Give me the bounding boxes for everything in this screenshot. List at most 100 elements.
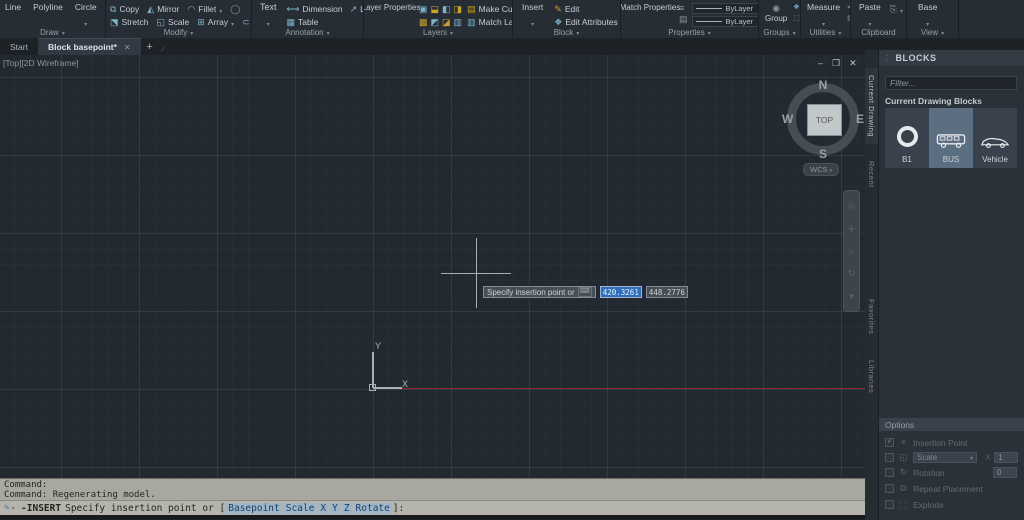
polyline-button[interactable]: Polyline [30, 3, 66, 12]
group-button[interactable]: ◉ Group [762, 3, 790, 23]
options-header[interactable]: Options [879, 418, 1024, 431]
edit-attributes-button[interactable]: ❖ Edit Attributes [554, 16, 620, 27]
quick-select-icon[interactable]: ⌖ [847, 3, 850, 13]
option-basepoint[interactable]: Basepoint [226, 502, 282, 514]
array-button[interactable]: ⊞ Array [197, 16, 234, 27]
chevron-down-icon[interactable]: ▾ [849, 291, 854, 301]
pan-icon[interactable]: ✛ [848, 224, 856, 234]
scale-value-input[interactable]: 1 [994, 452, 1019, 463]
circle-button[interactable]: Circle [72, 3, 100, 27]
properties-panel-label[interactable]: Properties [621, 27, 758, 38]
new-tab-button[interactable]: + [141, 39, 159, 55]
tab-libraries[interactable]: Libraries [865, 350, 878, 404]
insertion-point-checkbox[interactable]: ✓ [885, 438, 894, 447]
layer-tool-icon[interactable]: ◩ [431, 17, 440, 27]
chevron-down-icon[interactable]: ▾ [11, 505, 15, 512]
paste-button[interactable]: Paste [856, 3, 884, 27]
draw-panel-label[interactable]: Draw [0, 27, 105, 38]
group-edit-icon[interactable]: ❖ [793, 3, 800, 13]
line-button[interactable]: Line [2, 3, 24, 12]
layer-tool-icon[interactable]: ◪ [442, 17, 451, 27]
option-rotate[interactable]: Rotate [353, 502, 392, 514]
rotation-value-input[interactable]: 0 [993, 467, 1017, 478]
rotation-checkbox[interactable] [885, 468, 894, 477]
layer-tool-icon[interactable]: ◨ [454, 4, 463, 14]
orbit-icon[interactable]: ↻ [848, 268, 856, 278]
offset-button[interactable]: ⊂ [242, 16, 250, 27]
base-button[interactable]: Base [915, 3, 940, 27]
minimize-icon[interactable]: – [818, 58, 823, 69]
copy-button[interactable]: ⧉ Copy [110, 3, 139, 15]
insert-button[interactable]: Insert [519, 3, 546, 27]
x-coordinate-input[interactable]: 420.3261 [599, 286, 642, 298]
command-input[interactable]: ✎ ▾ -INSERT Specify insertion point or [… [0, 500, 865, 515]
copy-clip-button[interactable]: ⎘ [890, 3, 903, 15]
steering-wheel-icon[interactable]: ◎ [848, 201, 856, 211]
scale-button[interactable]: ◱ Scale [156, 16, 189, 27]
match-layer-button[interactable]: ▥Match Layer [467, 16, 512, 27]
viewcube-top-face[interactable]: TOP [807, 104, 842, 136]
command-pencil-icon[interactable]: ✎ [4, 503, 9, 513]
groups-panel-label[interactable]: Groups [759, 27, 800, 38]
layer-tool-icon[interactable]: ◧ [442, 4, 451, 14]
layer-tool-icon[interactable]: ▣ [419, 4, 428, 14]
viewport-label[interactable]: [Top][2D Wireframe] [3, 58, 79, 68]
block-tile-bus[interactable]: BUS [929, 108, 973, 168]
quick-calc-icon[interactable]: ▤ [847, 14, 850, 24]
palette-title-bar[interactable]: ⋮ BLOCKS [879, 50, 1024, 66]
leader-button[interactable]: ↗Leader [350, 3, 363, 15]
viewcube-south[interactable]: S [783, 147, 863, 161]
command-history[interactable]: Command: Command: Regenerating model. [0, 478, 865, 500]
viewcube-west[interactable]: W [782, 112, 793, 126]
linetype-dropdown[interactable]: ByLayer▾ [691, 16, 758, 27]
view-panel-label[interactable]: View [907, 27, 958, 38]
viewcube-east[interactable]: E [856, 112, 864, 126]
tab-block-basepoint[interactable]: Block basepoint* ✕ [37, 38, 141, 55]
scale-dropdown[interactable]: Scale [913, 452, 977, 463]
viewcube[interactable]: N S W E TOP [782, 78, 864, 161]
color-dropdown[interactable]: ByLayer▾ [691, 3, 758, 14]
grid-icon[interactable]: ▤ [679, 14, 688, 24]
tab-current-drawing[interactable]: Current Drawing [865, 68, 878, 144]
tab-start[interactable]: Start [0, 39, 38, 55]
restore-icon[interactable]: ❐ [832, 58, 840, 69]
viewcube-north[interactable]: N [783, 78, 863, 92]
measure-button[interactable]: Measure [804, 3, 843, 27]
layer-properties-button[interactable]: Layer Properties [364, 3, 420, 12]
close-icon[interactable]: ✕ [849, 58, 857, 69]
layer-tool-icon[interactable]: ▥ [454, 17, 463, 27]
fillet-button[interactable]: ◠ Fillet [187, 3, 222, 15]
layers-panel-label[interactable]: Layers [364, 27, 512, 38]
match-properties-button[interactable]: Match Properties [621, 3, 680, 12]
make-current-button[interactable]: ▤Make Current [467, 3, 512, 15]
close-tab-icon[interactable]: ✕ [124, 43, 131, 52]
block-panel-label[interactable]: Block [513, 27, 620, 38]
tab-recent[interactable]: Recent [865, 152, 878, 196]
tab-favorites[interactable]: Favorites [865, 290, 878, 344]
dimension-button[interactable]: ⟷ Dimension [287, 3, 343, 15]
list-icon[interactable]: ≡ [679, 3, 688, 13]
block-tile-vehicle[interactable]: Vehicle [973, 108, 1017, 168]
repeat-placement-checkbox[interactable] [885, 484, 894, 493]
zoom-icon[interactable]: ⌕ [849, 246, 854, 256]
navigation-bar[interactable]: ◎ ✛ ⌕ ↻ ▾ [843, 190, 860, 312]
annotation-panel-label[interactable]: Annotation [252, 27, 363, 38]
modify-panel-label[interactable]: Modify [106, 27, 251, 38]
layer-tool-icon[interactable]: ▩ [419, 17, 428, 27]
edit-block-button[interactable]: ✎ Edit [554, 3, 620, 15]
stretch-button[interactable]: ⬔ Stretch [110, 16, 148, 27]
drawing-canvas[interactable]: [Top][2D Wireframe] – ❐ ✕ N S W E TOP WC… [0, 55, 865, 478]
mirror-button[interactable]: ◭ Mirror [147, 3, 179, 15]
layer-tool-icon[interactable]: ⬓ [431, 4, 440, 14]
ungroup-icon[interactable]: ⬚ [793, 14, 800, 24]
option-scale[interactable]: Scale [283, 502, 317, 514]
option-y[interactable]: Y [330, 502, 340, 514]
explode-checkbox[interactable] [885, 500, 894, 509]
y-coordinate-input[interactable]: 448.2776 [645, 286, 688, 298]
scale-checkbox[interactable] [885, 453, 894, 462]
text-button[interactable]: Text [257, 3, 280, 27]
utilities-panel-label[interactable]: Utilities [801, 27, 850, 38]
wcs-selector[interactable]: WCS [803, 163, 839, 176]
block-tile-b1[interactable]: B1 [885, 108, 929, 168]
option-x[interactable]: X [318, 502, 329, 514]
